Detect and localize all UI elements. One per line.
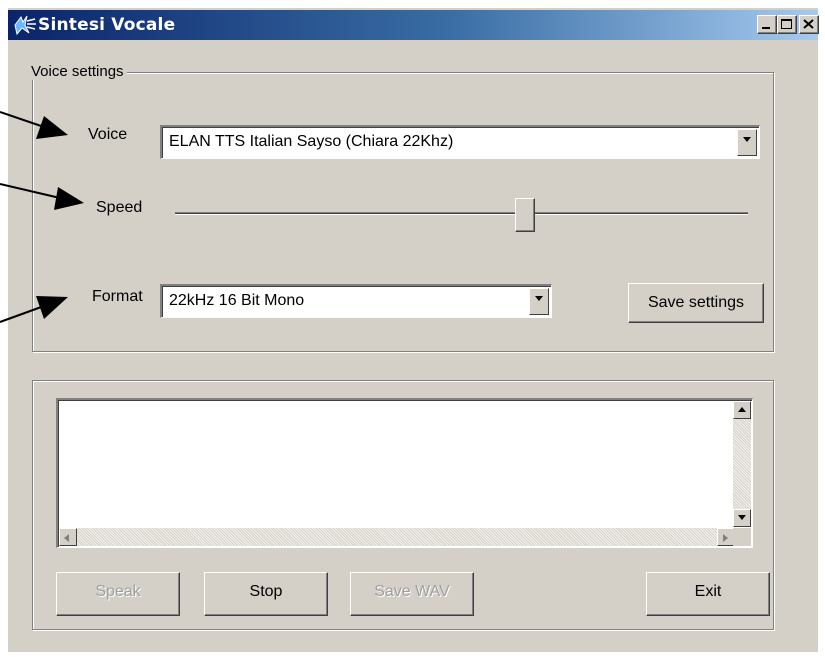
arrow-pointer-icon [0,111,68,139]
arrow-pointer-icon [0,296,68,323]
arrow-pointer-icon [0,183,84,210]
annotation-arrows [0,111,84,323]
